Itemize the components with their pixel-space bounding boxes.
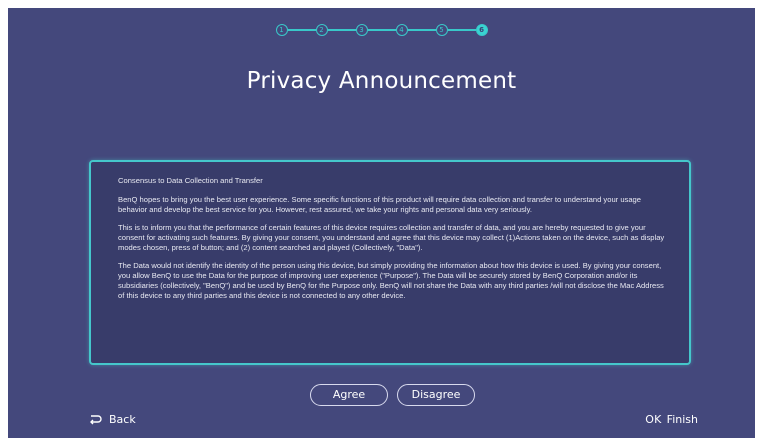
step-4: 4 (395, 24, 408, 36)
step-5: 5 (435, 24, 448, 36)
step-connector (447, 29, 476, 31)
step-1: 1 (275, 24, 288, 36)
step-connector (287, 29, 316, 31)
step-connector (327, 29, 356, 31)
panel-paragraph: This is to inform you that the performan… (118, 223, 665, 252)
step-connector (367, 29, 396, 31)
agree-button[interactable]: Agree (310, 384, 388, 406)
panel-heading: Consensus to Data Collection and Transfe… (118, 176, 263, 185)
setup-screen: 1 2 3 4 5 6 Privacy Announcement Consens… (8, 8, 755, 438)
finish-label: Finish (666, 413, 698, 426)
step-indicator: 1 2 3 4 5 6 (8, 24, 755, 36)
privacy-text-content: Consensus to Data Collection and Transfe… (118, 176, 667, 309)
step-3: 3 (355, 24, 368, 36)
privacy-text-panel[interactable]: Consensus to Data Collection and Transfe… (89, 160, 691, 365)
page-title: Privacy Announcement (246, 68, 517, 94)
disagree-button[interactable]: Disagree (397, 384, 475, 406)
back-label: Back (109, 413, 136, 426)
panel-paragraph: The Data would not identify the identity… (118, 261, 664, 300)
step-connector (407, 29, 436, 31)
step-2: 2 (315, 24, 328, 36)
ok-key-label: OK (645, 413, 662, 426)
finish-hint[interactable]: OK Finish (645, 413, 698, 426)
return-arrow-icon (90, 415, 102, 425)
panel-paragraph: BenQ hopes to bring you the best user ex… (118, 195, 642, 214)
back-hint[interactable]: Back (88, 413, 136, 426)
step-6-active: 6 (475, 24, 488, 36)
